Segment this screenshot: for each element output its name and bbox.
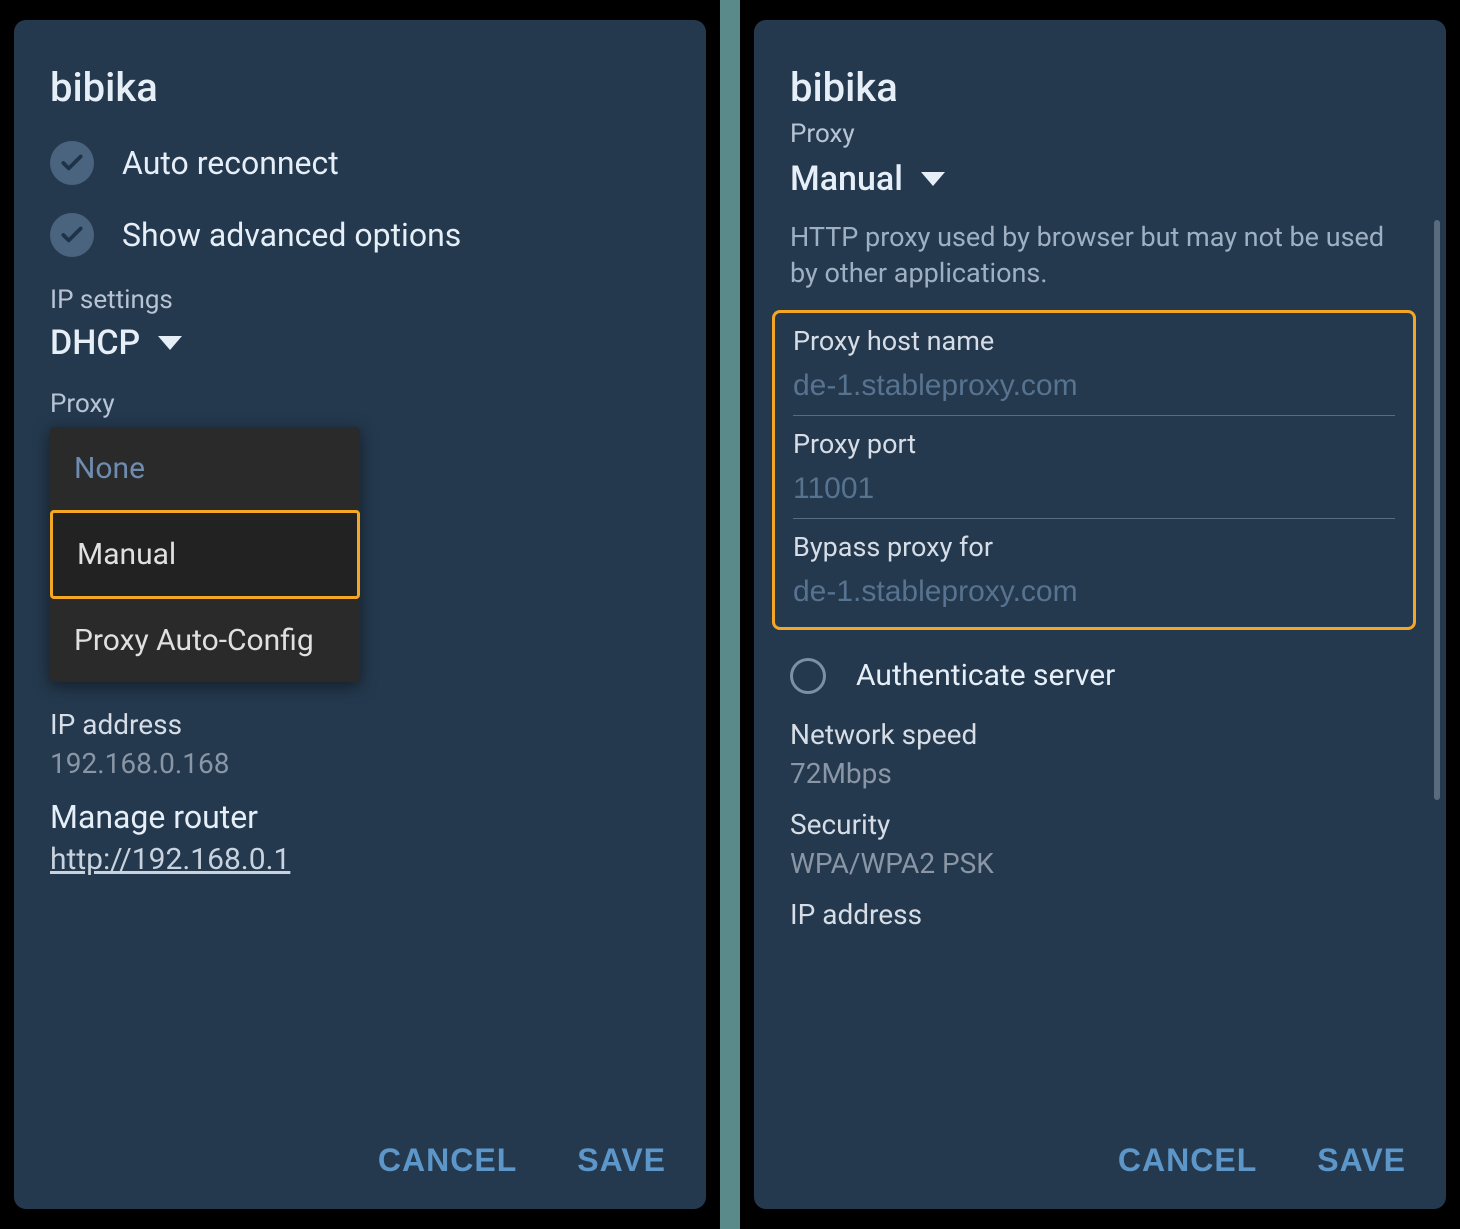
network-speed-value: 72Mbps (790, 757, 1410, 790)
ip-settings-value: DHCP (50, 323, 140, 363)
security-value: WPA/WPA2 PSK (790, 847, 1410, 880)
ip-settings-dropdown[interactable]: DHCP (50, 323, 670, 363)
ip-address-label: IP address (790, 898, 1410, 931)
proxy-label: Proxy (50, 389, 670, 419)
proxy-host-group: Proxy host name (793, 325, 1395, 416)
auto-reconnect-label: Auto reconnect (122, 144, 339, 182)
network-speed-label: Network speed (790, 718, 1410, 751)
checkmark-icon (50, 213, 94, 257)
proxy-fields-highlight: Proxy host name Proxy port Bypass proxy … (772, 310, 1416, 630)
bypass-proxy-input[interactable] (793, 571, 1395, 621)
authenticate-server-row[interactable]: Authenticate server (790, 658, 1410, 694)
proxy-host-label: Proxy host name (793, 325, 1395, 357)
radio-unchecked-icon (790, 658, 826, 694)
proxy-host-input[interactable] (793, 365, 1395, 416)
cancel-button[interactable]: CANCEL (1118, 1142, 1257, 1179)
proxy-option-none[interactable]: None (50, 427, 360, 510)
security-label: Security (790, 808, 1410, 841)
screenshot-divider (720, 0, 740, 1229)
proxy-value: Manual (790, 159, 903, 199)
network-title: bibika (790, 64, 1410, 111)
authenticate-server-label: Authenticate server (856, 658, 1115, 693)
proxy-port-label: Proxy port (793, 428, 1395, 460)
proxy-port-group: Proxy port (793, 428, 1395, 519)
manage-router-label: Manage router (50, 798, 670, 836)
cancel-button[interactable]: CANCEL (378, 1142, 517, 1179)
auto-reconnect-row[interactable]: Auto reconnect (50, 141, 670, 185)
right-screenshot: ‹ bibika Proxy Manual HTTP proxy used by… (740, 0, 1460, 1229)
save-button[interactable]: SAVE (577, 1142, 666, 1179)
chevron-down-icon (158, 336, 182, 350)
network-title: bibika (50, 64, 670, 111)
back-chevron-icon: ‹ (0, 24, 8, 71)
dialog-buttons: CANCEL SAVE (378, 1142, 666, 1179)
show-advanced-label: Show advanced options (122, 216, 461, 254)
dialog-buttons: CANCEL SAVE (1118, 1142, 1406, 1179)
ip-address-label: IP address (50, 708, 670, 741)
chevron-down-icon (921, 172, 945, 186)
proxy-port-input[interactable] (793, 468, 1395, 519)
proxy-dropdown-menu: None Manual Proxy Auto-Config (50, 427, 360, 682)
bypass-proxy-label: Bypass proxy for (793, 531, 1395, 563)
proxy-label: Proxy (790, 119, 1410, 149)
ip-address-value: 192.168.0.168 (50, 747, 670, 780)
ip-settings-label: IP settings (50, 285, 670, 315)
bypass-proxy-group: Bypass proxy for (793, 531, 1395, 621)
wifi-dialog-left: bibika Auto reconnect Show advanced opti… (14, 20, 706, 1209)
show-advanced-row[interactable]: Show advanced options (50, 213, 670, 257)
scrollbar[interactable] (1434, 220, 1440, 800)
save-button[interactable]: SAVE (1317, 1142, 1406, 1179)
left-screenshot: ‹ bibika Auto reconnect Show advanced op… (0, 0, 720, 1229)
proxy-dropdown[interactable]: Manual (790, 159, 1410, 199)
manage-router-link[interactable]: http://192.168.0.1 (50, 842, 290, 877)
proxy-description: HTTP proxy used by browser but may not b… (790, 219, 1410, 292)
wifi-dialog-right: bibika Proxy Manual HTTP proxy used by b… (754, 20, 1446, 1209)
checkmark-icon (50, 141, 94, 185)
proxy-option-pac[interactable]: Proxy Auto-Config (50, 599, 360, 682)
proxy-option-manual[interactable]: Manual (50, 510, 360, 599)
